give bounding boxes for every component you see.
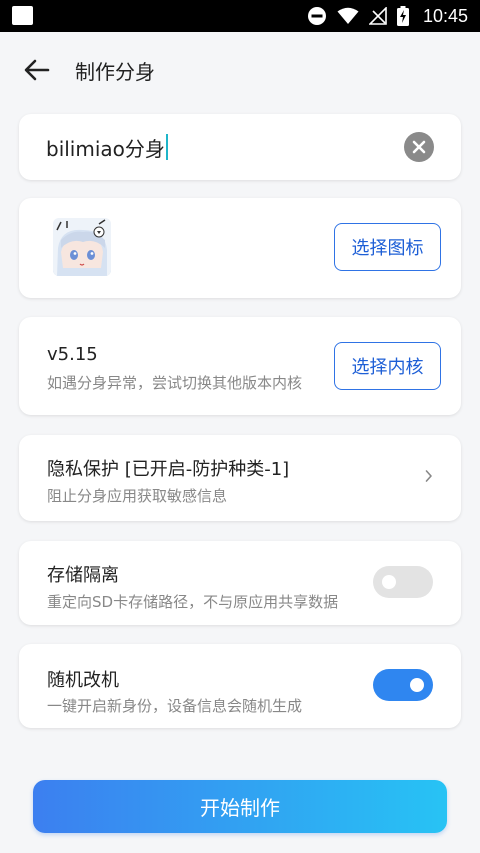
storage-title: 存储隔离 <box>47 565 119 586</box>
kernel-version: v5.15 <box>47 344 98 365</box>
random-device-row: 随机改机 一键开启新身份，设备信息会随机生成 <box>19 644 461 728</box>
storage-isolation-row: 存储隔离 重定向SD卡存储路径，不与原应用共享数据 <box>19 541 461 625</box>
toggle-knob <box>410 678 424 692</box>
back-arrow-icon <box>24 59 50 81</box>
kernel-card: v5.15 如遇分身异常，尝试切换其他版本内核 选择内核 <box>19 317 461 415</box>
battery-charging-icon <box>396 6 409 26</box>
page-title: 制作分身 <box>75 60 155 84</box>
status-bar: 10:45 <box>0 0 480 32</box>
select-icon-button[interactable]: 选择图标 <box>334 223 441 271</box>
anime-avatar-icon <box>53 218 111 276</box>
random-subtitle: 一键开启新身份，设备信息会随机生成 <box>47 697 303 715</box>
notification-icon <box>12 6 33 25</box>
clone-name-card: bilimiao分身 <box>19 114 461 180</box>
wifi-icon <box>337 7 359 24</box>
random-device-toggle[interactable] <box>373 669 433 701</box>
clear-button[interactable] <box>404 132 434 162</box>
chevron-right-icon <box>425 470 432 482</box>
status-icons: 10:45 <box>307 0 468 32</box>
start-create-button[interactable]: 开始制作 <box>33 780 447 833</box>
privacy-subtitle: 阻止分身应用获取敏感信息 <box>47 487 228 505</box>
text-caret <box>165 134 168 160</box>
status-time: 10:45 <box>422 5 468 26</box>
privacy-title: 隐私保护 [已开启-防护种类-1] <box>47 459 290 480</box>
toggle-knob <box>382 575 396 589</box>
app-icon-preview <box>53 218 111 276</box>
kernel-hint: 如遇分身异常，尝试切换其他版本内核 <box>47 374 303 392</box>
clone-name-value: bilimiao分身 <box>46 136 165 161</box>
privacy-protection-row[interactable]: 隐私保护 [已开启-防护种类-1] 阻止分身应用获取敏感信息 <box>19 435 461 521</box>
clear-x-icon <box>412 140 426 154</box>
storage-subtitle: 重定向SD卡存储路径，不与原应用共享数据 <box>47 593 339 611</box>
storage-isolation-toggle[interactable] <box>373 566 433 598</box>
back-button[interactable] <box>20 54 54 86</box>
icon-card: 选择图标 <box>19 198 461 298</box>
no-signal-icon <box>368 7 387 25</box>
select-kernel-button[interactable]: 选择内核 <box>334 342 441 390</box>
do-not-disturb-icon <box>307 7 326 25</box>
top-bar: 制作分身 <box>0 32 480 108</box>
random-title: 随机改机 <box>47 670 119 691</box>
clone-name-input[interactable]: bilimiao分身 <box>46 129 396 165</box>
